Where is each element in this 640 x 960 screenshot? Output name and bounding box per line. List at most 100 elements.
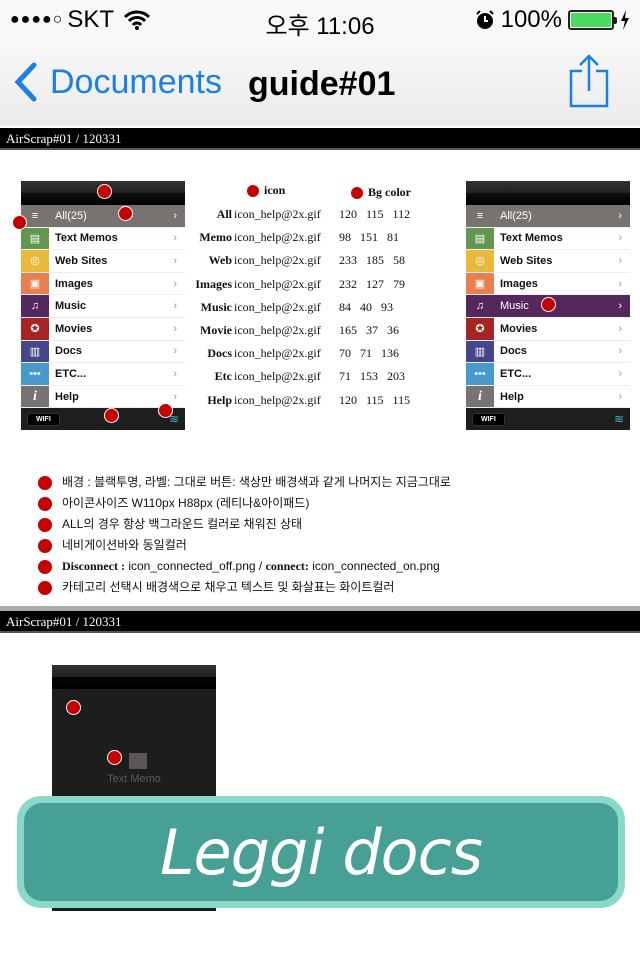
menu-item-label: Images — [500, 277, 538, 290]
category-cell: All — [216, 207, 232, 221]
menu-item-label: Text Memos — [500, 232, 563, 245]
menu-item[interactable]: ≡ All(25) › — [21, 205, 185, 228]
annotation-marker — [541, 297, 556, 312]
category-cell: Memo — [199, 230, 232, 245]
memo-icon — [129, 753, 147, 769]
menu-item[interactable]: ▣ Images › — [466, 272, 630, 296]
menu-item[interactable]: ≡ All(25) › — [466, 205, 630, 228]
memo-icon: ▤ — [466, 227, 494, 250]
menu-item-label: Text Memos — [55, 232, 118, 245]
chevron-left-icon — [14, 62, 37, 102]
music-note-icon: ♫ — [21, 295, 49, 317]
category-cell: Help — [207, 392, 232, 407]
menu-item-label: Movies — [500, 322, 538, 335]
table-row: Web icon_help@2x.gif 233 185 58 — [190, 253, 430, 273]
wifi-button[interactable]: WIFI — [472, 412, 505, 426]
navigation-bar: Documents guide#01 — [0, 40, 640, 126]
battery-icon — [568, 10, 617, 30]
rgb-cell: 120 115 112 — [339, 207, 411, 221]
more-dots-icon: ••• — [466, 363, 494, 385]
rgb-cell: 120 115 115 — [339, 392, 411, 407]
table-row: Docs icon_help@2x.gif 70 71 136 — [190, 346, 430, 366]
info-icon: i — [21, 385, 49, 408]
header-icon-label: icon — [264, 183, 286, 197]
note-text: 아이콘사이즈 W110px H88px (레티나&아이패드) — [62, 496, 310, 510]
memo-icon: ▤ — [21, 227, 49, 250]
icon-file-cell: icon_help@2x.gif — [234, 369, 321, 384]
note-bold: Disconnect : — [62, 559, 125, 573]
category-cell: Web — [208, 253, 232, 268]
battery-fill — [571, 13, 611, 27]
notes-list: 배경 : 블랙투명, 라벨: 그대로 버튼: 색상만 배경색과 같게 나머지는 … — [38, 474, 451, 597]
film-reel-icon: ✪ — [466, 317, 494, 340]
menu-item-label: All(25) — [500, 209, 532, 222]
annotation-marker — [350, 186, 364, 201]
list-icon: ≡ — [466, 205, 494, 227]
menu-item-label: Music — [55, 300, 87, 313]
menu-mockup-left: ≡ All(25) › ▤ Text Memos › ◎ Web Sites › ▣ Images ›… — [21, 181, 185, 431]
image-icon: ▣ — [466, 272, 494, 295]
menu-item-label: ETC... — [500, 367, 532, 380]
menu-item-label: Music — [500, 300, 529, 313]
table-row: Movie icon_help@2x.gif 165 37 36 — [190, 323, 430, 343]
note-item: 배경 : 블랙투명, 라벨: 그대로 버튼: 색상만 배경색과 같게 나머지는 … — [38, 474, 451, 495]
compass-icon: ◎ — [21, 250, 49, 272]
menu-item[interactable]: ▥ Docs › — [466, 340, 630, 364]
rgb-cell: 98 151 81 — [339, 230, 399, 245]
menu-item[interactable]: ◎ Web Sites › — [21, 250, 185, 273]
read-docs-button[interactable]: Leggi docs — [17, 796, 625, 908]
menu-item-label: Docs — [55, 345, 82, 358]
chevron-right-icon: › — [618, 322, 622, 335]
bullet-marker — [38, 539, 52, 553]
menu-item[interactable]: ✪ Movies › — [21, 317, 185, 341]
table-row: Etc icon_help@2x.gif 71 153 203 — [190, 369, 430, 389]
menu-item[interactable]: ♫ Music › — [21, 295, 185, 318]
menu-item[interactable]: ◎ Web Sites › — [466, 250, 630, 273]
note-item: 아이콘사이즈 W110px H88px (레티나&아이패드) — [38, 495, 451, 516]
menu-item[interactable]: ▤ Text Memos › — [466, 227, 630, 251]
category-cell: Etc — [214, 369, 232, 384]
back-button[interactable]: Documents — [12, 62, 222, 102]
note-item: ALL의 경우 항상 백그라운드 컬러로 채워진 상태 — [38, 516, 451, 537]
annotation-marker — [12, 215, 27, 230]
preview-label: Text Memo — [107, 773, 161, 785]
preview-top-bar — [52, 665, 216, 689]
menu-item[interactable]: i Help › — [466, 385, 630, 409]
note-text: icon_connected_on.png — [308, 559, 440, 573]
menu-item[interactable]: ••• ETC... › — [21, 363, 185, 386]
annotation-marker — [158, 403, 173, 418]
alarm-clock-icon — [475, 10, 494, 29]
wifi-connected-icon: ≋ — [613, 412, 624, 427]
icon-file-cell: icon_help@2x.gif — [234, 253, 321, 268]
menu-item[interactable]: ▣ Images › — [21, 272, 185, 296]
table-row: Help icon_help@2x.gif 120 115 115 — [190, 393, 430, 413]
chevron-right-icon: › — [618, 345, 622, 358]
back-button-label: Documents — [50, 62, 222, 101]
menu-item[interactable]: ▥ Docs › — [21, 340, 185, 364]
category-cell: Music — [200, 299, 232, 314]
bullet-marker — [38, 560, 52, 574]
rgb-cell: 70 71 136 — [339, 346, 399, 361]
wifi-button[interactable]: WIFI — [27, 412, 60, 426]
icon-file-cell: icon_help@2x.gif — [234, 230, 321, 245]
icon-file-cell: icon_help@2x.gif — [234, 276, 321, 291]
status-right: 100% — [475, 6, 630, 34]
share-button[interactable] — [568, 54, 610, 115]
annotation-marker — [97, 184, 112, 199]
menu-item[interactable]: ••• ETC... › — [466, 363, 630, 386]
menu-bottom-bar: WIFI ≋ — [466, 408, 630, 431]
menu-item[interactable]: ✪ Movies › — [466, 317, 630, 341]
annotation-marker — [246, 184, 260, 199]
document-icon: ▥ — [466, 340, 494, 363]
rgb-cell: 71 153 203 — [339, 369, 405, 384]
rgb-cell: 165 37 36 — [339, 323, 399, 337]
page-title: guide#01 — [248, 65, 396, 103]
bullet-marker — [38, 476, 52, 490]
menu-item[interactable]: ▤ Text Memos › — [21, 227, 185, 251]
rgb-cell: 233 185 58 — [339, 253, 405, 268]
chevron-right-icon: › — [618, 367, 622, 380]
info-icon: i — [466, 385, 494, 408]
menu-item-label: All(25) — [55, 209, 87, 222]
menu-item-label: ETC... — [55, 367, 87, 380]
table-row: Images icon_help@2x.gif 232 127 79 — [190, 277, 430, 297]
